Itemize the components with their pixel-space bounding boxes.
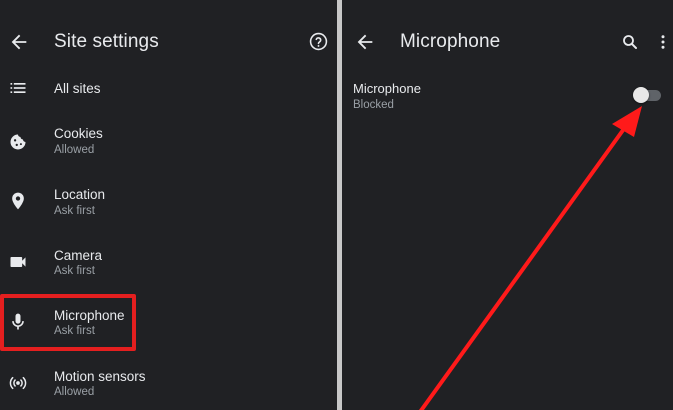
motion-sensors-icon: [9, 376, 27, 390]
location-pin-icon: [12, 192, 24, 210]
settings-item-label: All sites: [54, 81, 101, 96]
back-arrow-icon[interactable]: [8, 31, 30, 53]
page-title: Microphone: [400, 31, 501, 52]
toggle-thumb: [633, 87, 649, 103]
site-settings-panel: Site settings All sites Cookies Allowed: [0, 0, 337, 410]
microphone-appbar: Microphone: [342, 0, 673, 86]
annotation-highlight-box: [0, 294, 136, 351]
page-title: Site settings: [54, 31, 159, 52]
more-vert-icon[interactable]: [659, 33, 667, 51]
list-icon: [10, 83, 26, 93]
microphone-toggle[interactable]: [633, 87, 663, 103]
settings-item-camera[interactable]: Camera Ask first: [0, 242, 337, 302]
settings-item-status: Allowed: [54, 144, 95, 156]
settings-item-status: Ask first: [54, 205, 95, 217]
settings-item-status: Ask first: [54, 265, 95, 277]
video-camera-icon: [10, 257, 26, 267]
settings-item-label: Motion sensors: [54, 369, 146, 384]
microphone-settings-panel: Microphone Microphone Blocked: [342, 0, 673, 410]
help-icon[interactable]: [309, 32, 328, 51]
settings-item-location[interactable]: Location Ask first: [0, 181, 337, 241]
settings-item-status: Allowed: [54, 386, 95, 398]
settings-item-label: Cookies: [54, 126, 103, 141]
settings-item-label: Location: [54, 187, 106, 202]
cookie-icon: [10, 134, 26, 150]
settings-item-motion-sensors[interactable]: Motion sensors Allowed: [0, 363, 337, 410]
search-icon[interactable]: [621, 33, 639, 51]
back-arrow-icon[interactable]: [354, 31, 376, 53]
microphone-setting-status: Blocked: [353, 99, 394, 111]
settings-item-cookies[interactable]: Cookies Allowed: [0, 120, 337, 180]
microphone-setting-label: Microphone: [353, 81, 421, 96]
settings-item-label: Camera: [54, 248, 103, 263]
